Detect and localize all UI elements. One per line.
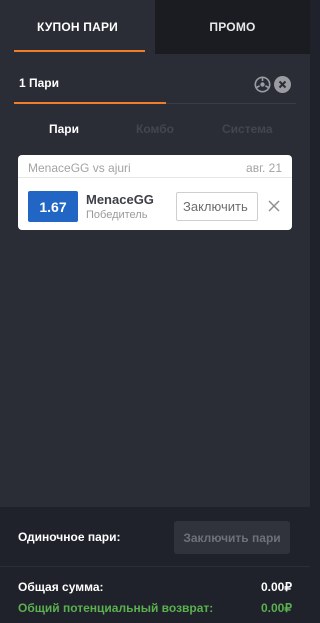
- potential-return-label: Общий потенциальный возврат:: [18, 601, 214, 615]
- footer-divider: [0, 566, 310, 567]
- bet-count-label: 1 Пари: [19, 76, 60, 90]
- event-date: авг. 21: [246, 161, 282, 175]
- selection-name: MenaceGG: [86, 192, 154, 207]
- bet-card: MenaceGG vs ajuri авг. 21 1.67 MenaceGG …: [18, 155, 292, 230]
- active-tab-indicator: [14, 50, 145, 52]
- odds-badge: 1.67: [28, 191, 78, 222]
- total-stake-label: Общая сумма:: [18, 580, 104, 594]
- tab-promo-label: ПРОМО: [209, 20, 256, 34]
- bet-type-selector: Пари Комбо Система: [0, 118, 310, 140]
- total-stake-value: 0.00₽: [261, 580, 292, 594]
- tab-coupon-label: КУПОН ПАРИ: [37, 20, 118, 34]
- remove-bet-icon[interactable]: [267, 199, 281, 213]
- bet-count-divider: [166, 103, 296, 104]
- event-name: MenaceGG vs ajuri: [28, 161, 131, 175]
- tab-promo[interactable]: ПРОМО: [155, 0, 310, 54]
- market-name: Победитель: [86, 209, 148, 221]
- clear-all-icon[interactable]: [274, 76, 291, 93]
- betslip-tabs: КУПОН ПАРИ ПРОМО: [0, 0, 310, 54]
- bet-card-header: MenaceGG vs ajuri авг. 21: [18, 155, 292, 178]
- bet-type-combo[interactable]: Комбо: [136, 122, 174, 136]
- stake-input[interactable]: [176, 192, 258, 221]
- bet-type-system[interactable]: Система: [222, 122, 273, 136]
- tab-coupon[interactable]: КУПОН ПАРИ: [0, 0, 155, 54]
- single-bet-label: Одиночное пари:: [18, 530, 121, 544]
- potential-return-value: 0.00₽: [261, 601, 292, 615]
- bet-type-single[interactable]: Пари: [49, 122, 79, 136]
- bet-count-indicator: [14, 102, 166, 104]
- settings-icon[interactable]: [254, 76, 271, 93]
- place-bet-button[interactable]: Заключить пари: [174, 521, 290, 554]
